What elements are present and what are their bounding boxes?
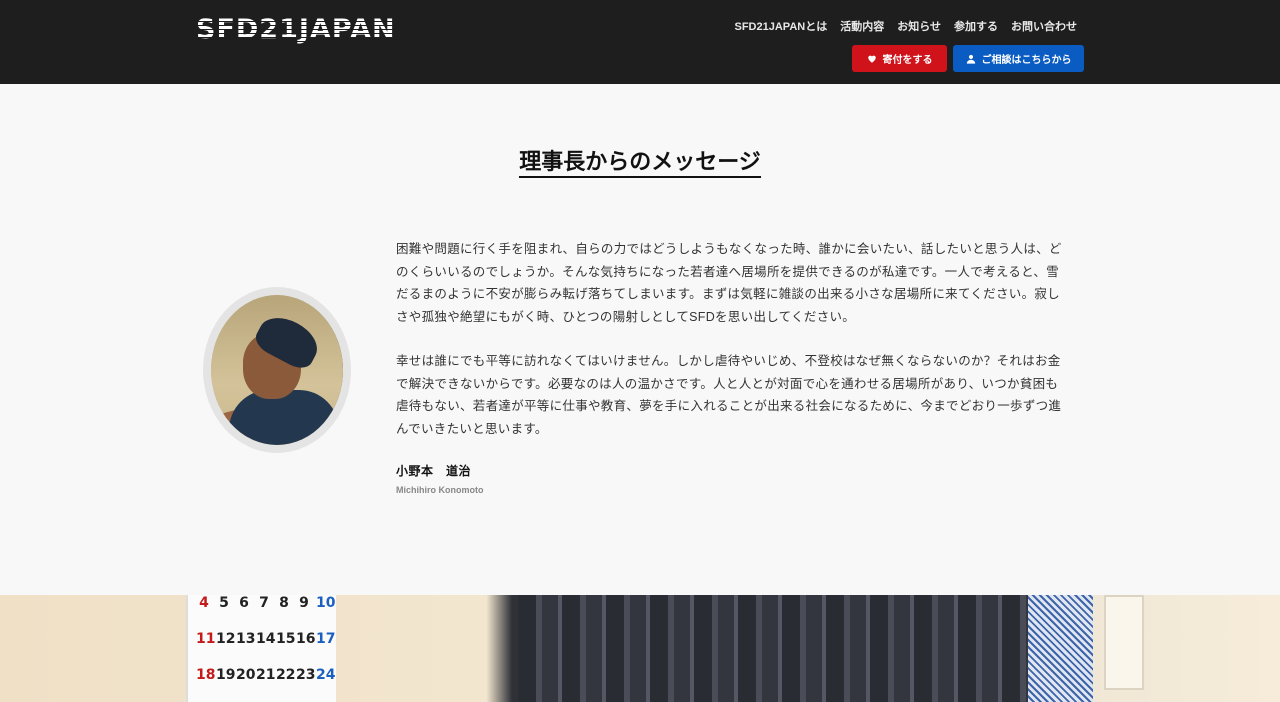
nav-item-activities[interactable]: 活動内容: [840, 18, 884, 34]
consult-button[interactable]: ご相談はこちらから: [953, 45, 1084, 72]
message-paragraph: 困難や問題に行く手を阻まれ、自らの力ではどうしようもなくなった時、誰かに会いたい…: [396, 242, 1062, 324]
message-paragraph: 幸せは誰にでも平等に訪れなくてはいけません。しかし虐待やいじめ、不登校はなぜ無く…: [396, 354, 1062, 436]
message-section-header: 理事長からのメッセージ: [0, 148, 1280, 178]
heart-icon: [867, 55, 876, 63]
signature-romanized: Michihiro Konomoto: [396, 485, 484, 495]
site-header: SFD21JAPAN SFD21JAPANとは 活動内容 お知らせ 参加する お…: [0, 0, 1280, 84]
header-actions: 寄付をする ご相談はこちらから: [852, 45, 1084, 72]
consult-button-label: ご相談はこちらから: [981, 55, 1072, 66]
main-nav: SFD21JAPANとは 活動内容 お知らせ 参加する お問い合わせ: [735, 18, 1078, 34]
wall-switch: [1104, 595, 1144, 690]
donate-button[interactable]: 寄付をする: [852, 45, 947, 72]
nav-item-about[interactable]: SFD21JAPANとは: [735, 18, 828, 34]
site-logo[interactable]: SFD21JAPAN: [196, 14, 396, 45]
lace-curtain: [1028, 595, 1093, 702]
curtain: [518, 595, 1028, 702]
logo-text: SFD21JAPAN: [196, 14, 396, 45]
calendar-week: 4 5 6 7 8 9 10: [199, 595, 336, 611]
room-photo: 4 5 6 7 8 9 10 11 12 13 14 15 16 17 18 19 20 21 22 23 24: [0, 595, 1280, 702]
nav-item-news[interactable]: お知らせ: [897, 18, 941, 34]
wall-calendar: 4 5 6 7 8 9 10 11 12 13 14 15 16 17 18 19 20 21 22 23 24: [186, 595, 336, 702]
signature-name: 小野本 道治: [396, 464, 472, 478]
chairman-message: 困難や問題に行く手を阻まれ、自らの力ではどうしようもなくなった時、誰かに会いたい…: [396, 238, 1071, 440]
user-icon: [966, 54, 975, 64]
donate-button-label: 寄付をする: [882, 55, 933, 66]
nav-item-contact[interactable]: お問い合わせ: [1011, 18, 1077, 34]
page-title: 理事長からのメッセージ: [519, 148, 761, 178]
chairman-photo: [211, 295, 343, 445]
calendar-week: 11 12 13 14 15 16 17: [196, 631, 336, 647]
calendar-week: 18 19 20 21 22 23 24: [196, 667, 336, 683]
nav-item-join[interactable]: 参加する: [954, 18, 998, 34]
chairman-avatar-frame: [203, 287, 351, 453]
